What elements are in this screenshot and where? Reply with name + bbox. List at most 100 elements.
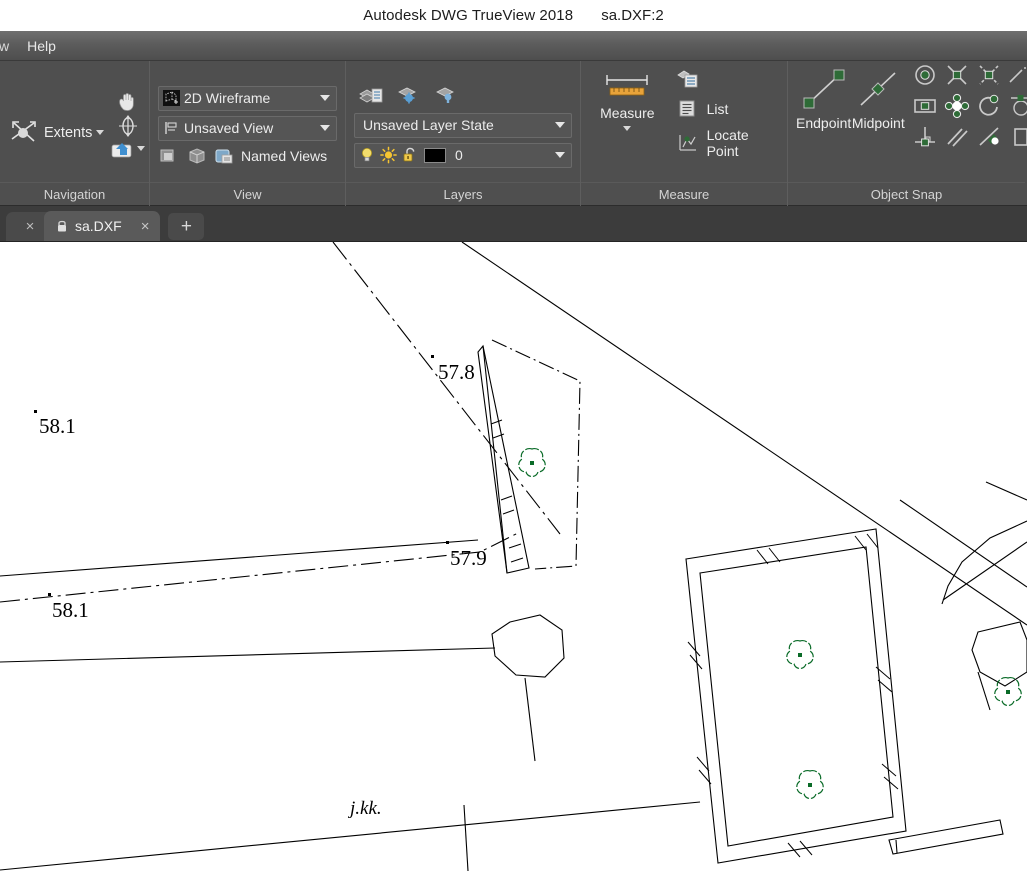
view-cube-icon[interactable] xyxy=(186,146,208,166)
named-views-row: Named Views xyxy=(158,146,337,166)
road-line-upper xyxy=(461,242,1027,626)
right-polygon xyxy=(971,621,1027,687)
measure-tools: List Locate Point xyxy=(674,69,779,161)
zoom-extents-icon[interactable] xyxy=(8,117,40,149)
layer-unlock-padlock-icon[interactable] xyxy=(402,146,419,164)
steering-wheel-icon[interactable] xyxy=(110,139,146,159)
snap-quadrant-icon[interactable] xyxy=(973,90,1005,121)
layer-state-combo[interactable]: Unsaved Layer State xyxy=(354,112,572,138)
tab-label: sa.DXF xyxy=(75,218,122,234)
ribbon-panel-layers: Unsaved Layer State 0 Layers xyxy=(346,61,581,206)
orbit-icon[interactable] xyxy=(115,114,141,137)
measure-label[interactable]: Measure xyxy=(600,105,654,121)
current-layer-value: 0 xyxy=(455,147,463,163)
list-button[interactable]: List xyxy=(674,96,779,122)
zoom-extents-label[interactable]: Extents xyxy=(44,125,92,141)
snap-midpoint-button[interactable]: Midpoint xyxy=(851,65,905,131)
list-label: List xyxy=(706,101,729,117)
snap-insertion-icon[interactable] xyxy=(909,90,941,121)
layer-state-chevron-down-icon[interactable] xyxy=(555,122,565,128)
building-annex-outline xyxy=(888,819,1004,855)
line-from-manhole xyxy=(524,677,536,762)
panel-label-view: View xyxy=(150,182,345,206)
snap-endpoint-icon xyxy=(803,69,845,109)
locate-point-button[interactable]: Locate Point xyxy=(674,125,779,161)
panel-label-navigation: Navigation xyxy=(0,182,149,206)
layer-on-lightbulb-icon[interactable] xyxy=(359,146,375,164)
panel-label-object-snap: Object Snap xyxy=(788,182,1025,206)
navigation-tool-stack xyxy=(110,91,146,159)
close-icon[interactable]: × xyxy=(26,218,35,235)
pan-hand-icon[interactable] xyxy=(115,91,141,113)
measure-ruler-icon[interactable] xyxy=(602,69,652,103)
building-annex-line xyxy=(895,839,898,854)
building-inner-outline xyxy=(699,546,894,847)
layer-properties-icon[interactable] xyxy=(358,84,384,106)
snap-parallel-icon[interactable] xyxy=(941,121,973,152)
ribbon-panel-measure: Measure List Locate Point Measure xyxy=(581,61,788,206)
menu-item-help[interactable]: Help xyxy=(18,35,65,57)
snap-none-icon[interactable] xyxy=(1005,121,1027,152)
parcel-line-vertical-2 xyxy=(463,804,469,871)
layer-freeze-icon[interactable] xyxy=(396,84,422,106)
panel-label-layers: Layers xyxy=(346,182,580,206)
view-state-chevron-down-icon[interactable] xyxy=(320,125,330,131)
document-tab-bar: × sa.DXF × + xyxy=(0,206,1027,242)
named-views-icon[interactable] xyxy=(214,146,235,166)
road-line-solid-left xyxy=(0,539,479,577)
zoom-extents-group[interactable]: Extents xyxy=(8,117,105,149)
view-state-combo[interactable]: Unsaved View xyxy=(158,115,337,141)
menu-item-view-clipped[interactable]: w xyxy=(0,35,18,57)
locate-point-label: Locate Point xyxy=(706,127,749,159)
survey-point-marker xyxy=(48,593,51,596)
ribbon-panel-navigation: Extents Navigation xyxy=(0,61,150,206)
snap-apparent-intersection-icon[interactable] xyxy=(973,59,1005,90)
snap-extension-icon[interactable] xyxy=(1005,59,1027,90)
drawing-canvas[interactable]: 57.8 58.1 57.9 58.1 j.kk. xyxy=(0,242,1027,871)
tree-symbol xyxy=(994,677,1022,707)
survey-point-marker xyxy=(446,541,449,544)
snap-center-icon[interactable] xyxy=(909,59,941,90)
snap-endpoint-label[interactable]: Endpoint xyxy=(796,115,851,131)
tree-symbol xyxy=(518,448,546,478)
zoom-extents-chevron-down-icon[interactable] xyxy=(96,130,105,135)
visual-style-chevron-down-icon[interactable] xyxy=(320,95,330,101)
tree-symbols xyxy=(518,448,1022,800)
building-corner-hatch xyxy=(687,533,899,858)
snap-midpoint-icon xyxy=(860,72,896,106)
locate-point-icon xyxy=(676,132,700,154)
snap-perpendicular-icon[interactable] xyxy=(909,121,941,152)
quick-properties-icon[interactable] xyxy=(676,69,779,93)
snap-midpoint-label[interactable]: Midpoint xyxy=(852,115,905,131)
visual-style-value: 2D Wireframe xyxy=(184,90,271,106)
tree-symbol xyxy=(786,640,814,670)
view-controls: 2D Wireframe Unsaved View Named Views xyxy=(158,84,337,166)
layer-controls: Unsaved Layer State 0 xyxy=(354,82,572,168)
snap-endpoint-button[interactable]: Endpoint xyxy=(796,65,851,131)
steering-wheel-chevron-down-icon[interactable] xyxy=(137,146,146,151)
snap-node-icon[interactable] xyxy=(941,90,973,121)
list-icon xyxy=(676,98,700,120)
layer-color-swatch[interactable] xyxy=(424,147,446,163)
title-bar: Autodesk DWG TrueView 2018 sa.DXF:2 xyxy=(0,0,1027,31)
snap-nearest-icon[interactable] xyxy=(973,121,1005,152)
building-outer-outline xyxy=(685,528,907,864)
tab-sa-dxf[interactable]: sa.DXF × xyxy=(44,211,161,241)
new-tab-button[interactable]: + xyxy=(168,213,205,240)
measure-button[interactable]: Measure xyxy=(589,69,666,131)
panel-label-measure: Measure xyxy=(581,182,787,206)
tab-close-icon[interactable]: × xyxy=(141,218,150,235)
view-manager-icon[interactable] xyxy=(158,146,180,166)
layer-thaw-sun-icon[interactable] xyxy=(380,146,397,164)
snap-tangent-icon[interactable] xyxy=(1005,90,1027,121)
current-layer-chevron-down-icon[interactable] xyxy=(555,152,565,158)
layer-off-icon[interactable] xyxy=(434,84,460,106)
current-layer-combo[interactable]: 0 xyxy=(354,142,572,168)
visual-style-combo[interactable]: 2D Wireframe xyxy=(158,85,337,111)
snap-intersection-icon[interactable] xyxy=(941,59,973,90)
survey-point-marker xyxy=(431,355,434,358)
elevation-label: 58.1 xyxy=(52,598,89,622)
measure-chevron-down-icon[interactable] xyxy=(623,126,632,131)
named-views-label[interactable]: Named Views xyxy=(241,148,327,164)
line-right-diagonal xyxy=(899,499,1027,588)
